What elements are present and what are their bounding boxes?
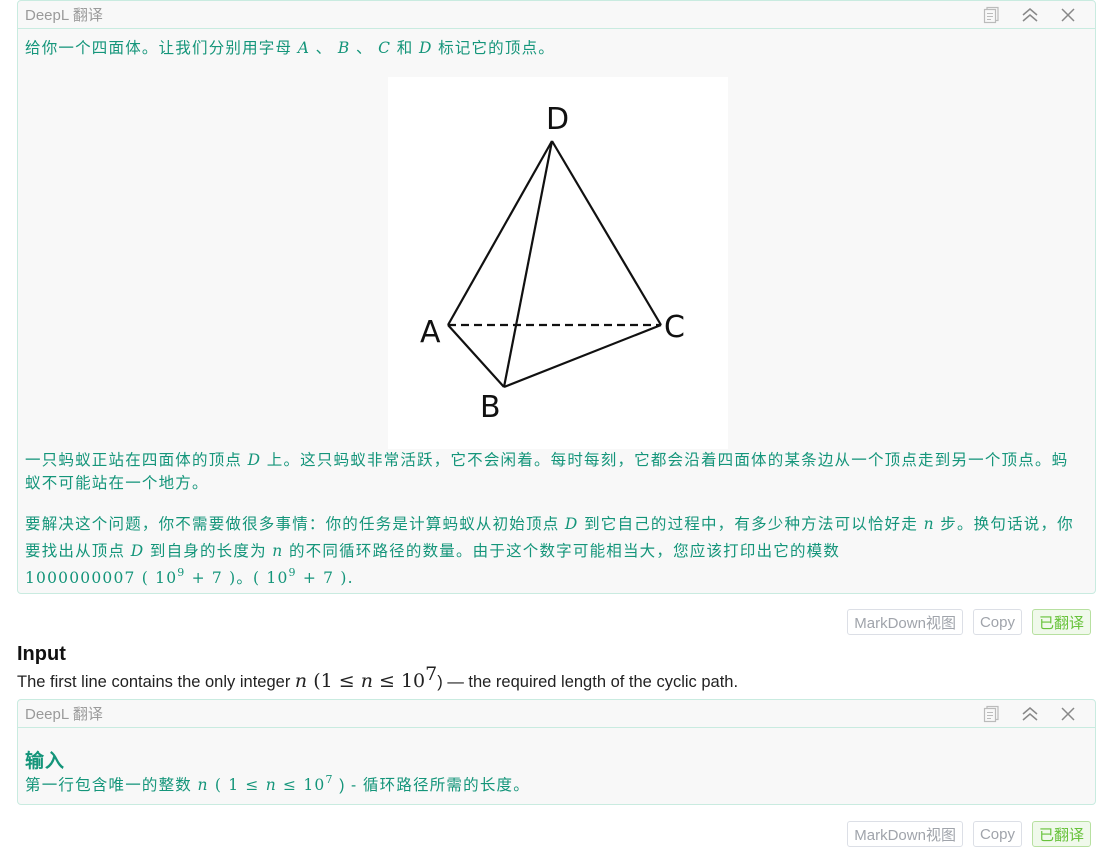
- text: ( 10: [135, 569, 178, 587]
- text: 到自身的长度为: [144, 543, 273, 560]
- text: + 7 ).: [296, 569, 354, 587]
- paragraph-vertices: 给你一个四面体。让我们分别用字母 A 、 B 、 C 和 D 标记它的顶点。: [25, 37, 1088, 60]
- exponent: 7: [325, 773, 334, 786]
- modulus-value: 1000000007: [25, 569, 136, 587]
- panel-body: 给你一个四面体。让我们分别用字母 A 、 B 、 C 和 D 标记它的顶点。 D…: [18, 29, 1095, 601]
- math-B: B: [337, 39, 351, 57]
- translated-button[interactable]: 已翻译: [1031, 609, 1091, 635]
- label-D: D: [546, 102, 570, 137]
- input-description-translated: 第一行包含唯一的整数 n ( 1 ≤ n ≤ 107 ) - 循环路径所需的长度…: [25, 774, 1088, 797]
- text: 和: [391, 40, 419, 57]
- math-D: D: [247, 451, 262, 469]
- math-n: n: [360, 670, 373, 692]
- tetrahedron-diagram: D A C B: [420, 102, 686, 425]
- edge-DA: [447, 140, 553, 326]
- math-A: A: [297, 39, 311, 57]
- markdown-view-button[interactable]: MarkDown视图: [847, 821, 963, 847]
- text: 、: [310, 40, 338, 57]
- deepl-translation-panel: DeepL 翻译 给你一个四面体。让我们分别用字母 A 、 B 、 C 和 D …: [17, 0, 1096, 594]
- translation-actions: MarkDown视图 Copy 已翻译: [847, 609, 1091, 635]
- math-n: n: [272, 542, 284, 560]
- panel-header: DeepL 翻译: [18, 700, 1095, 728]
- text: ≤ 10: [276, 776, 326, 794]
- close-icon[interactable]: [1049, 2, 1087, 28]
- paragraph-task: 要解决这个问题，你不需要做很多事情：你的任务是计算蚂蚁从初始顶点 D 到它自己的…: [25, 511, 1081, 592]
- text: 要解决这个问题，你不需要做很多事情：你的任务是计算蚂蚁从初始顶点: [25, 516, 565, 533]
- copy-button[interactable]: Copy: [972, 821, 1022, 847]
- panel-body: 输入 第一行包含唯一的整数 n ( 1 ≤ n ≤ 107 ) - 循环路径所需…: [18, 728, 1095, 803]
- copy-icon[interactable]: [973, 2, 1011, 28]
- edge-BC: [503, 323, 662, 389]
- exponent: 7: [425, 663, 438, 685]
- math-n: n: [923, 515, 935, 533]
- input-heading: Input: [17, 643, 66, 665]
- text: 到它自己的过程中，有多少种方法可以恰好走: [578, 516, 924, 533]
- copy-button[interactable]: Copy: [972, 609, 1022, 635]
- panel-title: DeepL 翻译: [25, 706, 103, 723]
- math-D: D: [418, 39, 433, 57]
- edge-DB: [502, 140, 554, 388]
- panel-title: DeepL 翻译: [25, 7, 103, 24]
- deepl-translation-panel: DeepL 翻译 输入 第一行包含唯一的整数 n ( 1 ≤ n ≤ 107 )…: [17, 699, 1096, 805]
- collapse-icon[interactable]: [1011, 2, 1049, 28]
- text: 给你一个四面体。让我们分别用字母: [25, 40, 298, 57]
- label-A: A: [420, 315, 442, 350]
- collapse-icon[interactable]: [1011, 701, 1049, 727]
- text: 的不同循环路径的数量。由于这个数字可能相当大，您应该打印出它的模数: [283, 543, 841, 560]
- paragraph-ant: 一只蚂蚁正站在四面体的顶点 D 上。这只蚂蚁非常活跃，它不会闲着。每时每刻，它都…: [25, 449, 1075, 495]
- text: + 7 )。( 10: [185, 569, 289, 587]
- text: ≤ 10: [372, 670, 426, 692]
- panel-header: DeepL 翻译: [18, 1, 1095, 29]
- label-B: B: [480, 390, 502, 425]
- math-n: n: [294, 670, 308, 692]
- input-description: The first line contains the only integer…: [17, 665, 739, 693]
- translation-actions: MarkDown视图 Copy 已翻译: [847, 821, 1091, 847]
- edge-AB: [447, 324, 505, 388]
- math-D: D: [130, 542, 145, 560]
- edge-DC: [551, 140, 662, 326]
- exponent: 9: [288, 566, 297, 579]
- text: The first line contains the only integer: [17, 673, 295, 691]
- math-n: n: [197, 776, 209, 794]
- text: 第一行包含唯一的整数: [25, 777, 198, 794]
- text: 、: [350, 40, 379, 57]
- tetrahedron-figure: D A C B: [388, 77, 728, 449]
- panel-controls: [973, 2, 1095, 28]
- copy-icon[interactable]: [973, 701, 1011, 727]
- markdown-view-button[interactable]: MarkDown视图: [847, 609, 963, 635]
- text: 一只蚂蚁正站在四面体的顶点: [25, 452, 248, 469]
- text: 标记它的顶点。: [432, 40, 555, 57]
- text: ) — the required length of the cyclic pa…: [437, 673, 739, 691]
- close-icon[interactable]: [1049, 701, 1087, 727]
- text: (1 ≤: [307, 670, 361, 692]
- panel-controls: [973, 701, 1095, 727]
- input-heading-translated: 输入: [25, 751, 66, 772]
- translated-button[interactable]: 已翻译: [1031, 821, 1091, 847]
- text: ( 1 ≤: [208, 776, 266, 794]
- math-C: C: [378, 39, 392, 57]
- label-C: C: [664, 310, 686, 345]
- text: ) - 循环路径所需的长度。: [333, 777, 530, 794]
- math-D: D: [564, 515, 579, 533]
- math-n: n: [265, 776, 277, 794]
